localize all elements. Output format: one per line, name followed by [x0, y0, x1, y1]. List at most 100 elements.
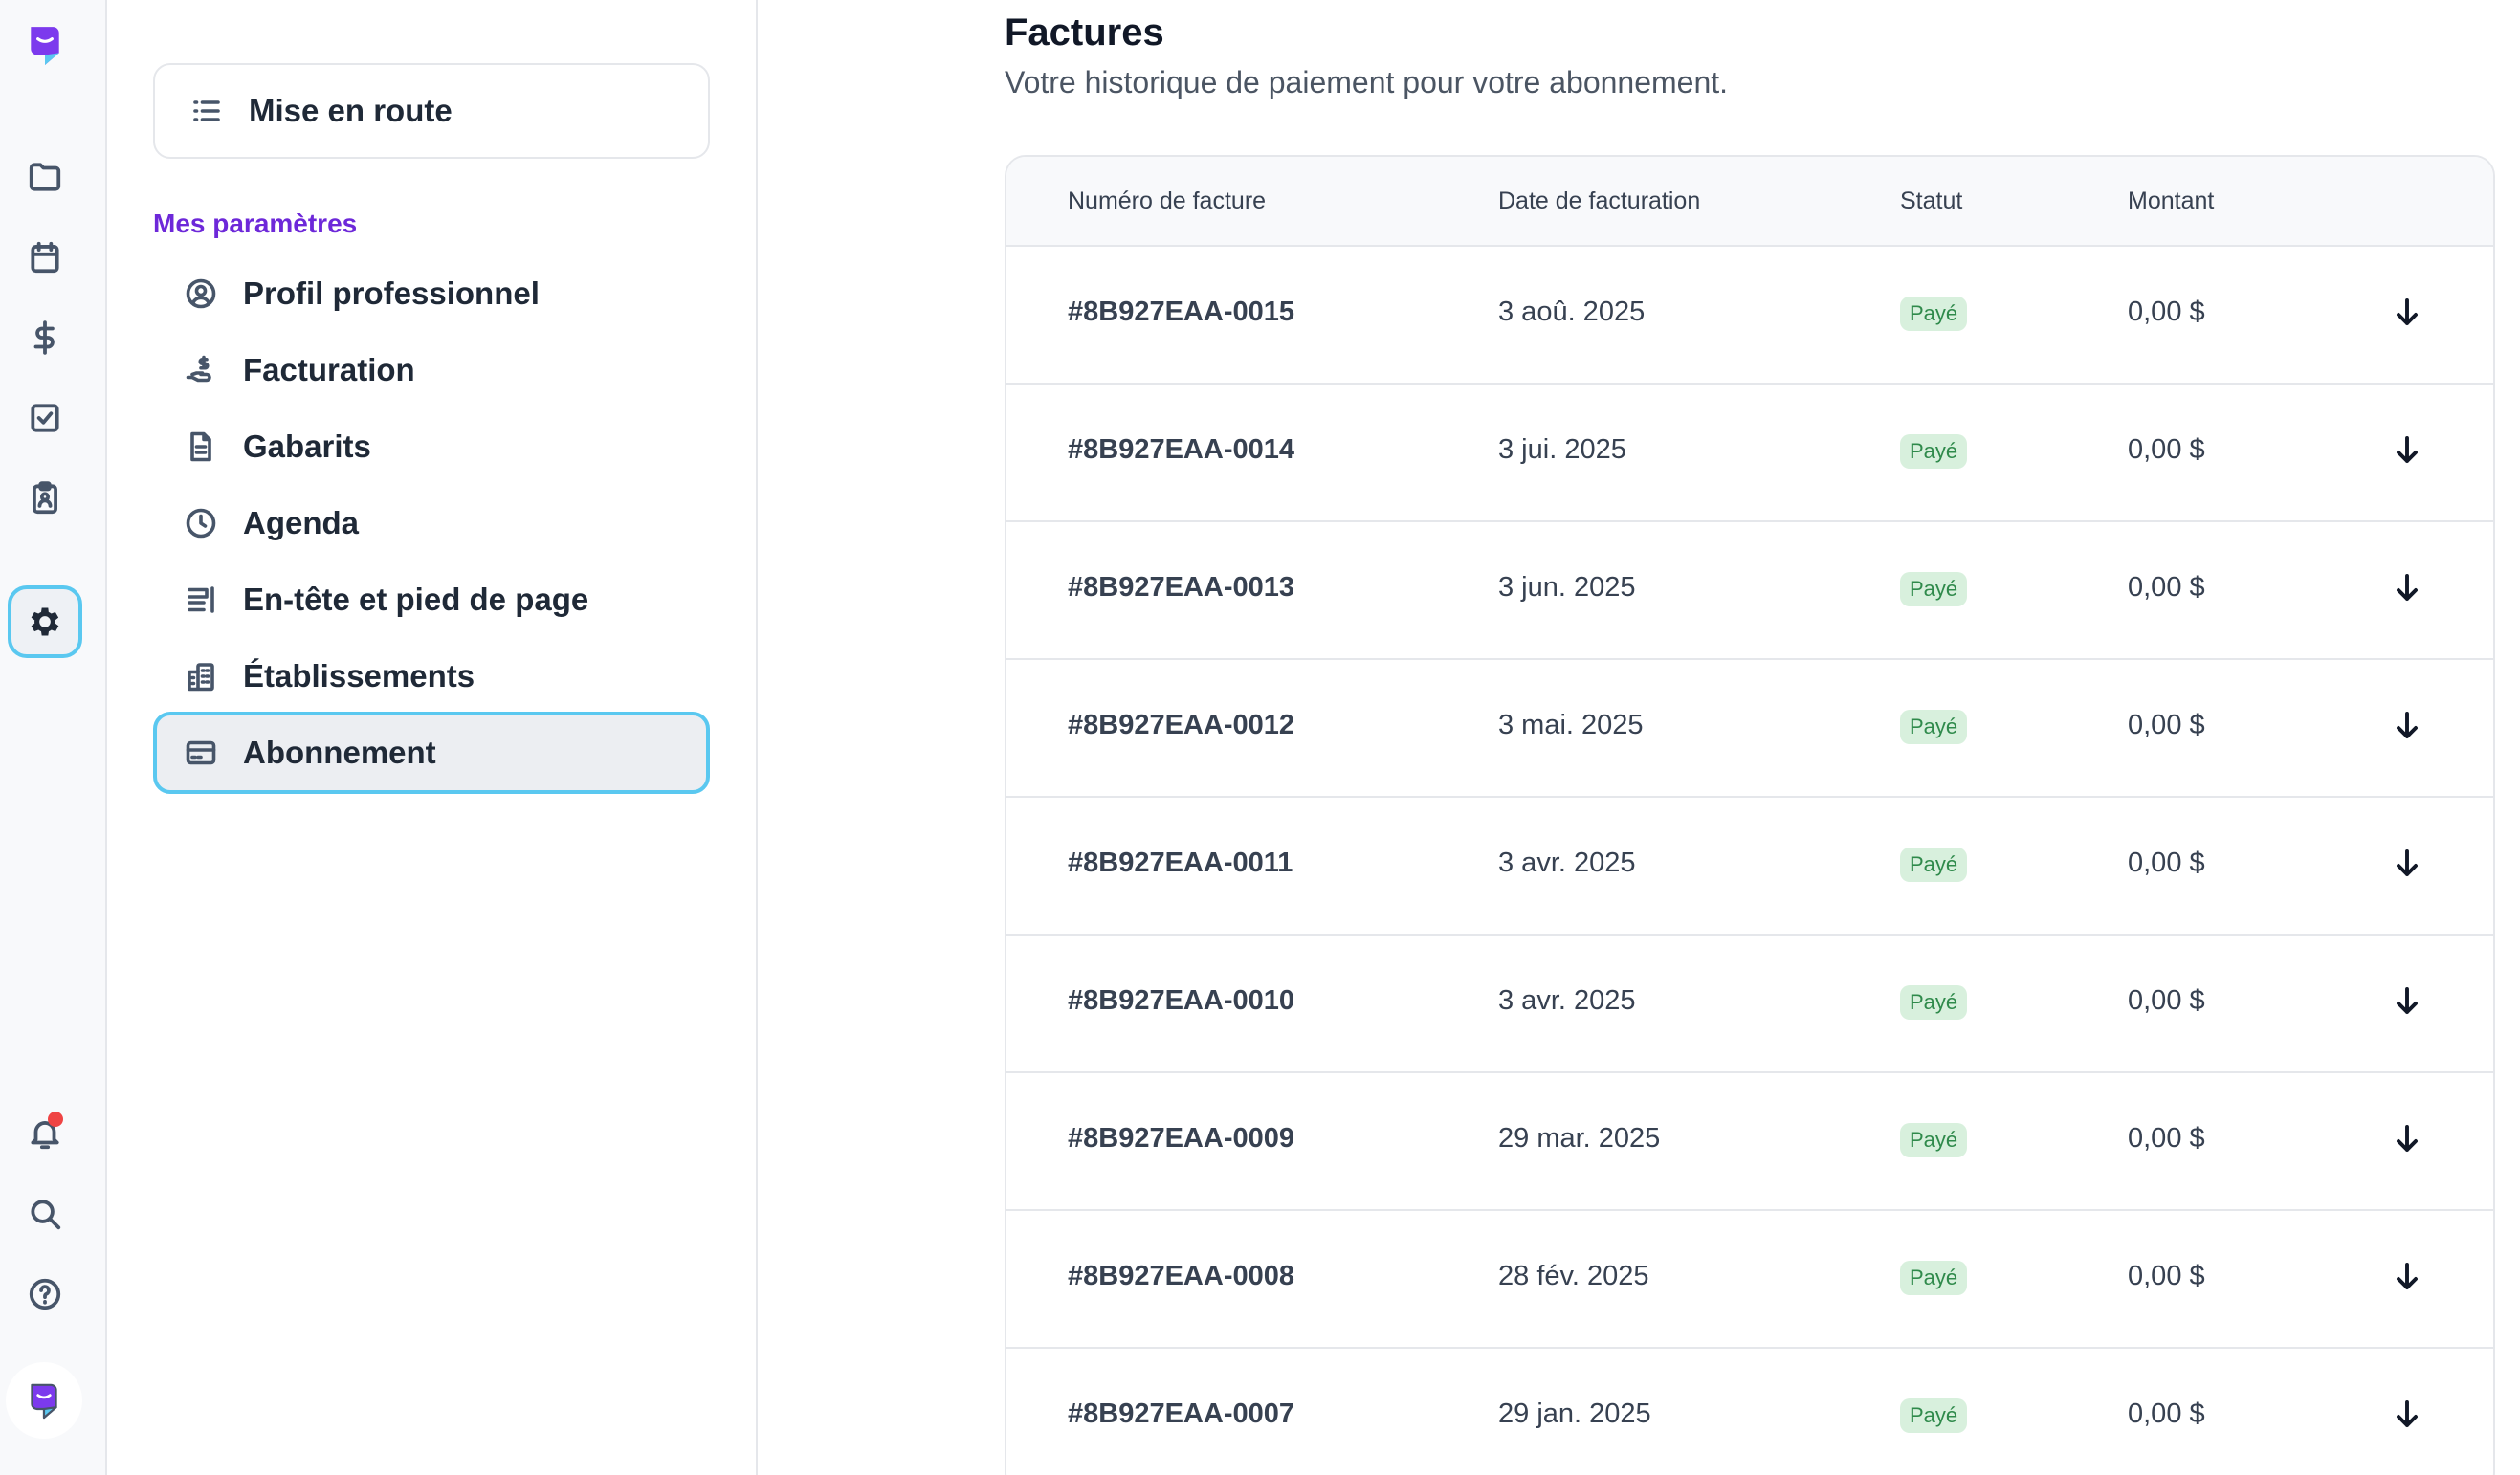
- sidebar-item-templates[interactable]: Gabarits: [153, 406, 710, 488]
- nav-rail: [0, 0, 107, 1475]
- status-badge: Payé: [1900, 1261, 1968, 1295]
- clipboard-user-icon[interactable]: [25, 478, 65, 518]
- help-icon[interactable]: [25, 1274, 65, 1314]
- status-badge: Payé: [1900, 985, 1968, 1020]
- invoice-number: #8B927EAA-0007: [1068, 1398, 1294, 1429]
- clock-icon: [186, 508, 216, 539]
- status-badge: Payé: [1900, 710, 1968, 744]
- folder-icon[interactable]: [25, 157, 65, 197]
- arrow-down-icon: [2397, 987, 2418, 1014]
- checkbox-icon[interactable]: [25, 398, 65, 438]
- download-button[interactable]: [2390, 1397, 2428, 1435]
- sidebar-item-header-footer[interactable]: En-tête et pied de page: [153, 559, 710, 641]
- status-badge: Payé: [1900, 848, 1968, 882]
- table-row[interactable]: #8B927EAA-0008 28 fév. 2025 Payé 0,00 $: [1006, 1211, 2493, 1349]
- invoice-number: #8B927EAA-0012: [1068, 710, 1294, 740]
- sidebar-item-profile[interactable]: Profil professionnel: [153, 253, 710, 335]
- header-footer-icon: [188, 586, 214, 613]
- table-body: #8B927EAA-0015 3 aoû. 2025 Payé 0,00 $ #8B92…: [1006, 247, 2493, 1475]
- avatar[interactable]: [6, 1362, 82, 1439]
- bell-icon[interactable]: [25, 1112, 65, 1154]
- arrow-down-icon: [2397, 1263, 2418, 1289]
- sidebar-item-label: En-tête et pied de page: [243, 582, 589, 617]
- user-circle-icon: [186, 278, 216, 309]
- invoice-number: #8B927EAA-0011: [1068, 848, 1293, 878]
- invoice-number: #8B927EAA-0008: [1068, 1261, 1294, 1291]
- download-button[interactable]: [2390, 708, 2428, 746]
- invoice-amount: 0,00 $: [2128, 710, 2205, 740]
- status-badge: Payé: [1900, 297, 1968, 331]
- dollar-icon[interactable]: [25, 318, 65, 358]
- download-button[interactable]: [2390, 1121, 2428, 1159]
- buildings-icon: [188, 663, 214, 692]
- table-row[interactable]: #8B927EAA-0007 29 jan. 2025 Payé 0,00 $: [1006, 1349, 2493, 1475]
- invoice-number: #8B927EAA-0014: [1068, 434, 1294, 465]
- invoice-amount: 0,00 $: [2128, 1261, 2205, 1291]
- invoice-date: 28 fév. 2025: [1498, 1261, 1649, 1291]
- status-badge: Payé: [1900, 1123, 1968, 1157]
- getting-started-button[interactable]: Mise en route: [153, 63, 710, 159]
- avatar-logo-icon: [31, 1383, 57, 1420]
- search-icon[interactable]: [25, 1194, 65, 1234]
- arrow-down-icon: [2397, 1400, 2418, 1427]
- invoice-date: 3 avr. 2025: [1498, 848, 1636, 878]
- invoice-number: #8B927EAA-0010: [1068, 985, 1294, 1016]
- download-button[interactable]: [2390, 432, 2428, 471]
- invoice-date: 29 jan. 2025: [1498, 1398, 1651, 1429]
- download-button[interactable]: [2390, 1259, 2428, 1297]
- sidebar-item-label: Établissements: [243, 658, 475, 693]
- download-button[interactable]: [2390, 983, 2428, 1022]
- sidebar-item-subscription[interactable]: Abonnement: [153, 712, 710, 794]
- invoice-number: #8B927EAA-0013: [1068, 572, 1294, 603]
- invoice-amount: 0,00 $: [2128, 1398, 2205, 1429]
- sidebar-item-billing[interactable]: Facturation: [153, 329, 710, 411]
- sidebar-item-agenda[interactable]: Agenda: [153, 482, 710, 564]
- invoice-number: #8B927EAA-0015: [1068, 297, 1294, 327]
- arrow-down-icon: [2397, 574, 2418, 601]
- invoice-date: 3 jui. 2025: [1498, 434, 1626, 465]
- sidebar-item-label: Abonnement: [243, 735, 436, 770]
- column-header-amount: Montant: [2128, 187, 2215, 214]
- hand-coin-icon: [186, 355, 211, 383]
- download-button[interactable]: [2390, 846, 2428, 884]
- invoice-date: 3 jun. 2025: [1498, 572, 1636, 603]
- download-button[interactable]: [2390, 295, 2428, 333]
- arrow-down-icon: [2397, 298, 2418, 325]
- table-row[interactable]: #8B927EAA-0010 3 avr. 2025 Payé 0,00 $: [1006, 936, 2493, 1073]
- page-title: Factures: [1005, 11, 1164, 54]
- table-row[interactable]: #8B927EAA-0014 3 jui. 2025 Payé 0,00 $: [1006, 385, 2493, 522]
- table-row[interactable]: #8B927EAA-0015 3 aoû. 2025 Payé 0,00 $: [1006, 247, 2493, 385]
- calendar-icon[interactable]: [25, 237, 65, 277]
- list-icon: [193, 100, 220, 121]
- invoice-amount: 0,00 $: [2128, 297, 2205, 327]
- page-subtitle: Votre historique de paiement pour votre …: [1005, 65, 1729, 99]
- arrow-down-icon: [2397, 436, 2418, 463]
- credit-card-icon: [186, 740, 216, 765]
- gear-icon[interactable]: [8, 585, 82, 658]
- notification-dot: [48, 1112, 63, 1127]
- invoice-amount: 0,00 $: [2128, 434, 2205, 465]
- invoice-number: #8B927EAA-0009: [1068, 1123, 1294, 1154]
- download-button[interactable]: [2390, 570, 2428, 608]
- invoice-date: 3 aoû. 2025: [1498, 297, 1646, 327]
- sidebar-item-label: Facturation: [243, 352, 415, 387]
- invoice-amount: 0,00 $: [2128, 848, 2205, 878]
- table-row[interactable]: #8B927EAA-0011 3 avr. 2025 Payé 0,00 $: [1006, 798, 2493, 936]
- status-badge: Payé: [1900, 434, 1968, 469]
- logo-icon[interactable]: [25, 25, 65, 66]
- table-row[interactable]: #8B927EAA-0009 29 mar. 2025 Payé 0,00 $: [1006, 1073, 2493, 1211]
- sidebar-item-label: Profil professionnel: [243, 275, 540, 311]
- status-badge: Payé: [1900, 572, 1968, 606]
- column-header-status: Statut: [1900, 187, 1963, 214]
- column-header-number: Numéro de facture: [1068, 187, 1267, 214]
- invoice-date: 3 avr. 2025: [1498, 985, 1636, 1016]
- table-row[interactable]: #8B927EAA-0013 3 jun. 2025 Payé 0,00 $: [1006, 522, 2493, 660]
- sidebar-item-establishments[interactable]: Établissements: [153, 635, 710, 717]
- arrow-down-icon: [2397, 849, 2418, 876]
- sidebar-item-label: Agenda: [243, 505, 360, 540]
- status-badge: Payé: [1900, 1398, 1968, 1433]
- arrow-down-icon: [2397, 1125, 2418, 1152]
- table-row[interactable]: #8B927EAA-0012 3 mai. 2025 Payé 0,00 $: [1006, 660, 2493, 798]
- section-label: Mes paramètres: [153, 209, 358, 238]
- table-header: Numéro de facture Date de facturation St…: [1006, 157, 2493, 247]
